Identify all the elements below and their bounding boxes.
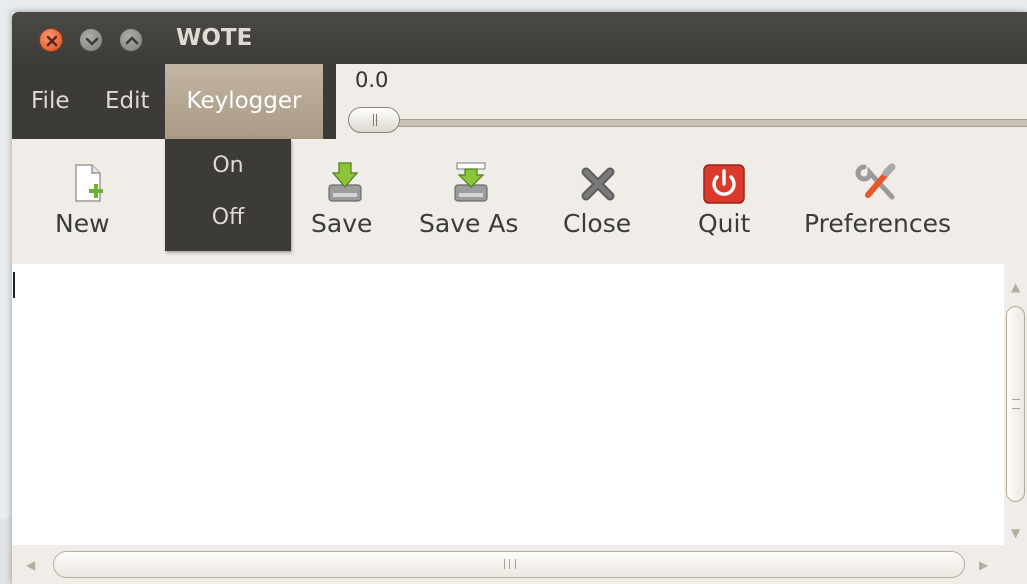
text-editor-area[interactable] [12, 264, 1004, 545]
window-maximize-button[interactable] [119, 28, 143, 52]
vertical-scrollbar[interactable]: ▲ ▼ [1004, 264, 1027, 545]
keylogger-off-item[interactable]: Off [165, 198, 291, 238]
new-document-icon [75, 164, 103, 202]
slider-value-label: 0.0 [355, 68, 389, 92]
close-x-icon [46, 35, 58, 47]
preferences-tools-icon [855, 163, 896, 200]
preferences-label: Preferences [804, 209, 952, 238]
chevron-up-icon [125, 36, 139, 45]
horizontal-scroll-thumb[interactable] [53, 551, 965, 578]
window-minimize-button[interactable] [79, 28, 103, 52]
power-icon [703, 164, 745, 204]
text-caret [13, 272, 15, 298]
window-title: WOTE [176, 25, 253, 51]
window-close-button[interactable] [39, 28, 63, 52]
chevron-down-icon [85, 37, 99, 46]
scroll-up-arrow-icon[interactable]: ▲ [1011, 280, 1020, 294]
horizontal-scrollbar[interactable]: ◀ ▶ [12, 545, 1004, 584]
scroll-down-arrow-icon[interactable]: ▼ [1011, 526, 1020, 540]
keylogger-on-item[interactable]: On [165, 146, 291, 186]
save-as-icon [454, 162, 488, 202]
save-as-button[interactable]: Save As [412, 139, 536, 264]
close-label: Close [563, 209, 632, 238]
menu-file[interactable]: File [31, 64, 70, 139]
grip-icon [504, 559, 516, 569]
app-window: WOTE File Edit Keylogger 0.0 New Save Sa… [12, 12, 1027, 584]
new-label: New [55, 209, 110, 238]
save-icon [328, 162, 362, 202]
menu-bar: File Edit Keylogger [12, 64, 336, 139]
scroll-right-arrow-icon[interactable]: ▶ [979, 558, 988, 572]
quit-label: Quit [698, 209, 751, 238]
vertical-scroll-thumb[interactable] [1006, 306, 1025, 502]
menu-edit[interactable]: Edit [105, 64, 150, 139]
close-icon [581, 167, 615, 201]
menu-keylogger[interactable]: Keylogger [165, 64, 323, 139]
title-bar[interactable]: WOTE [12, 12, 1027, 64]
save-as-label: Save As [419, 209, 519, 238]
preferences-button[interactable]: Preferences [800, 139, 960, 264]
grip-icon [1012, 399, 1020, 409]
slider-area: 0.0 [336, 64, 1027, 139]
save-button[interactable]: Save [302, 139, 392, 264]
keylogger-dropdown-menu: On Off [165, 139, 291, 251]
slider-track[interactable] [388, 119, 1027, 127]
save-label: Save [311, 209, 373, 238]
grip-icon [373, 114, 377, 126]
close-button[interactable]: Close [557, 139, 647, 264]
scroll-left-arrow-icon[interactable]: ◀ [26, 558, 35, 572]
slider-knob[interactable] [348, 107, 400, 133]
new-button[interactable]: New [38, 139, 134, 264]
quit-button[interactable]: Quit [688, 139, 768, 264]
